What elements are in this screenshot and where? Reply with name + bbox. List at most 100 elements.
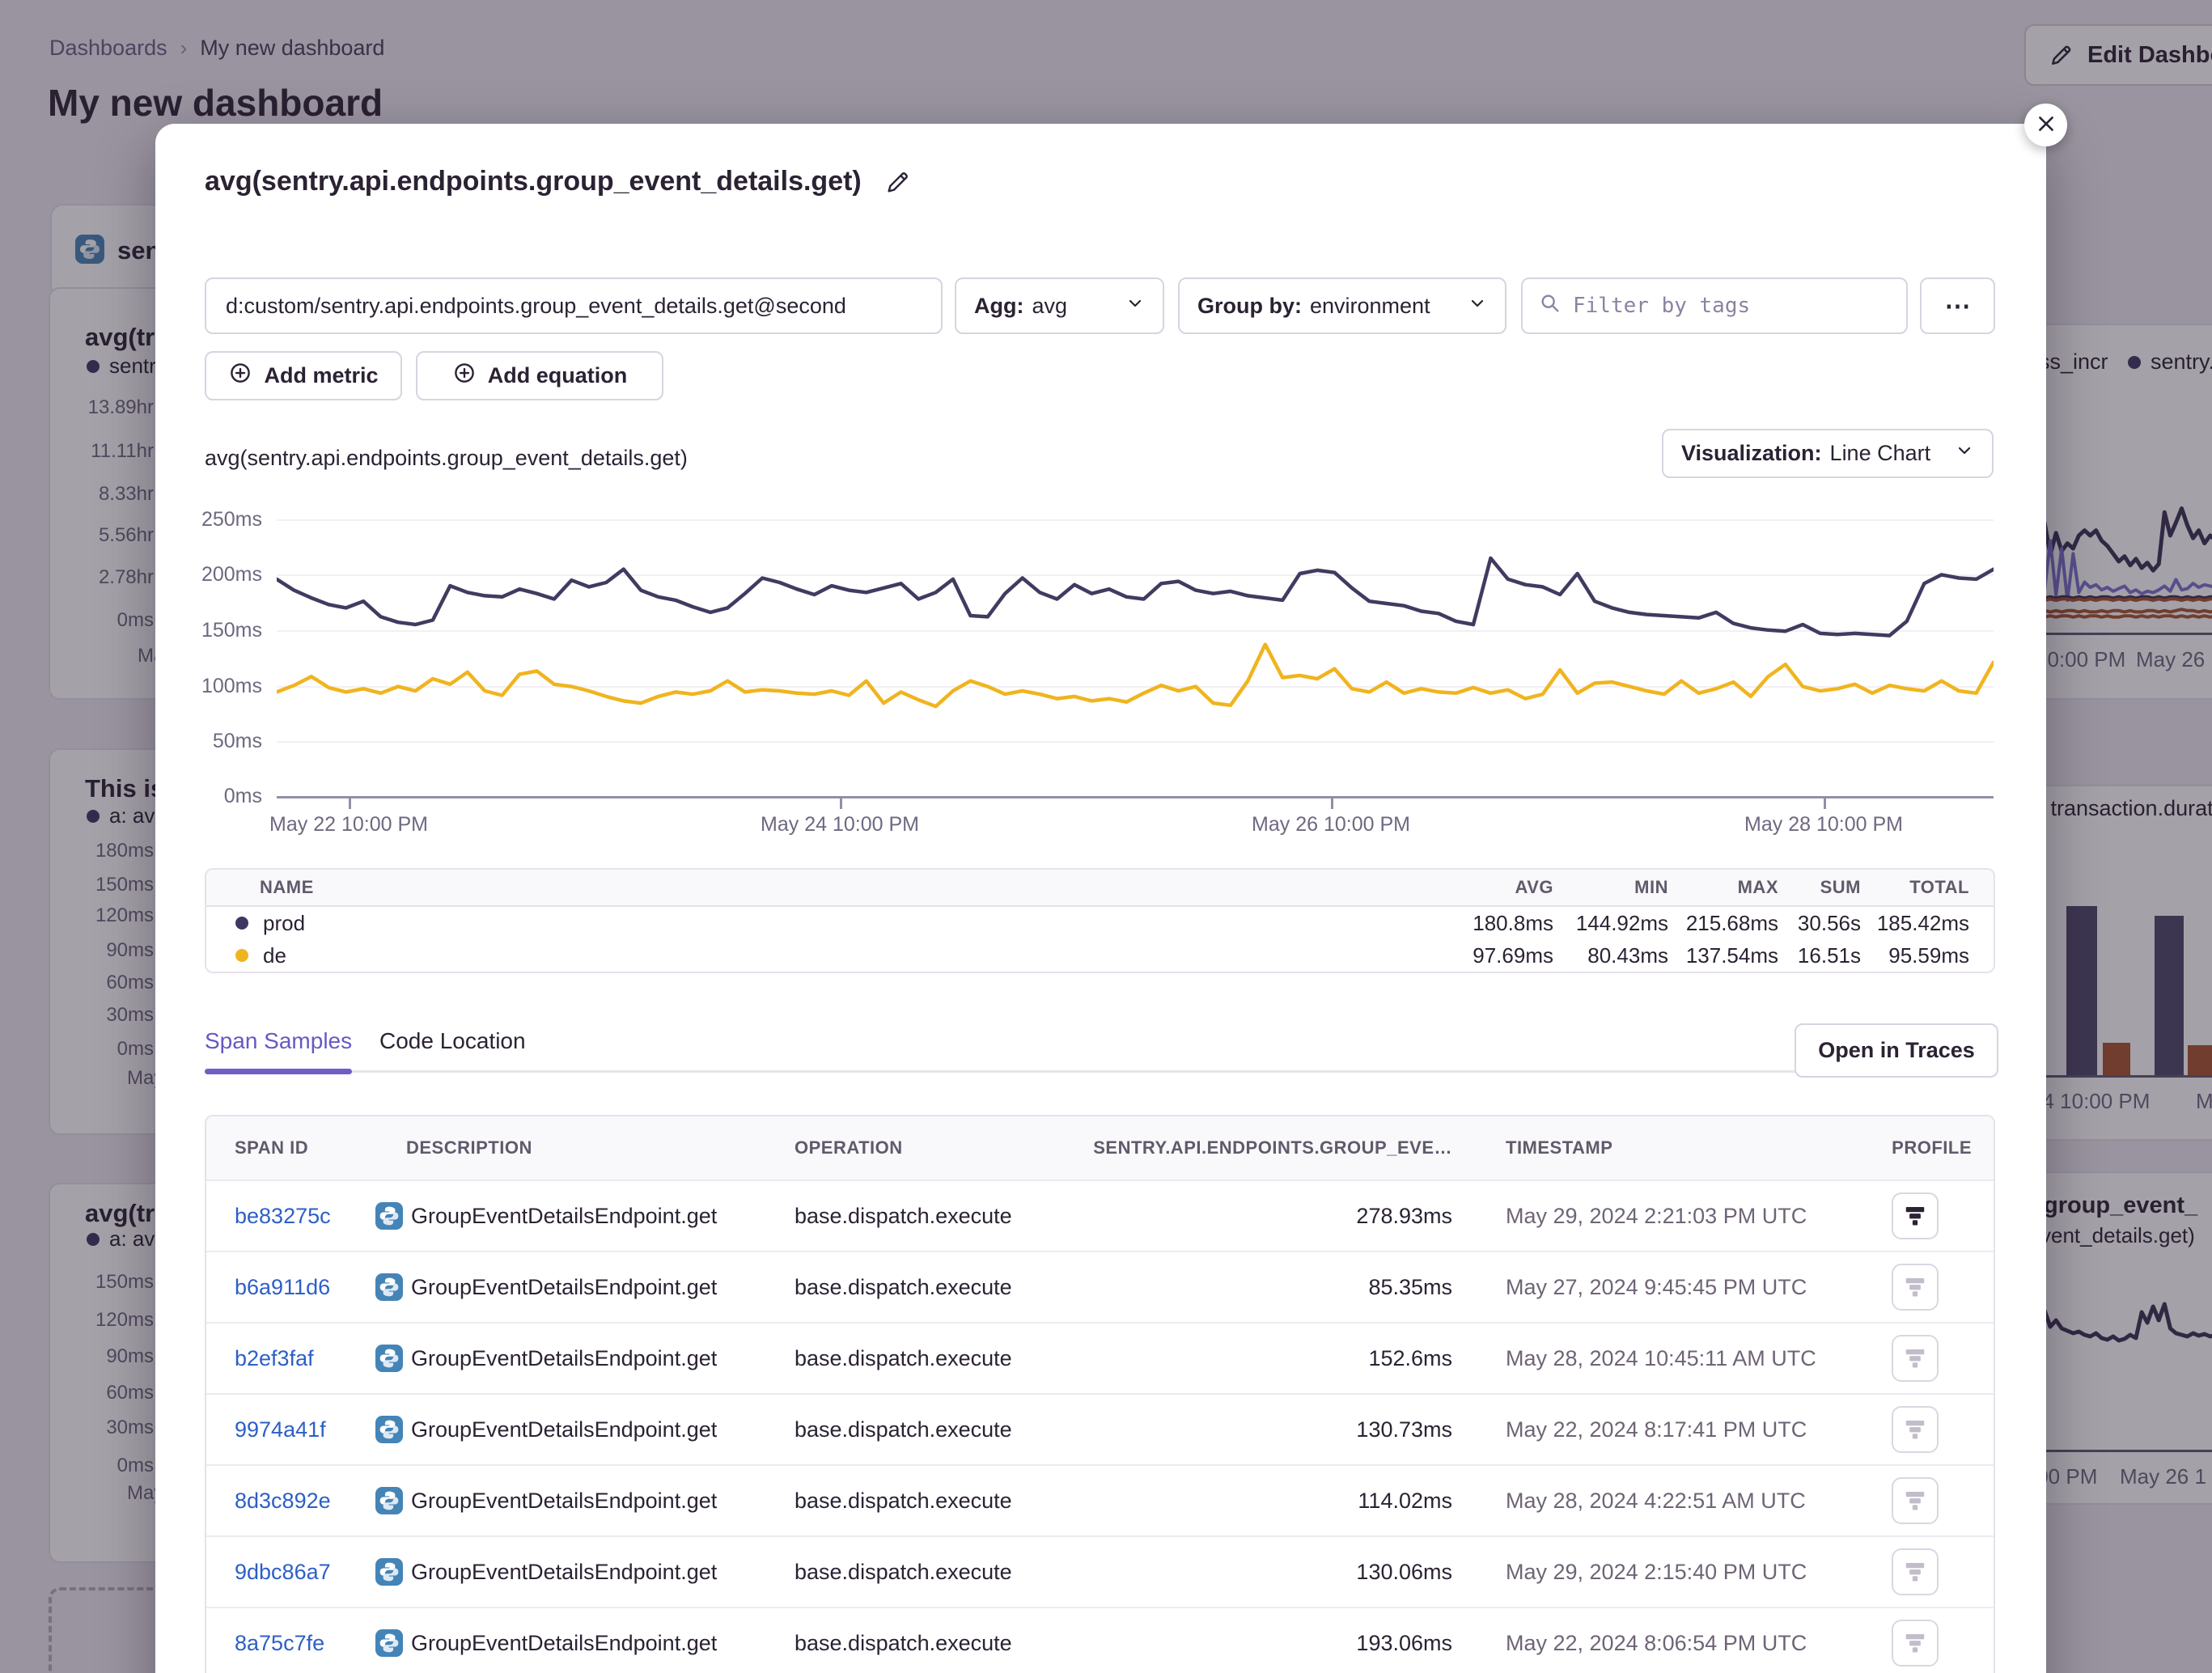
summary-col-total: TOTAL: [1861, 877, 1994, 898]
chevron-down-icon: [1955, 441, 1974, 466]
modal-title-row: avg(sentry.api.endpoints.group_event_det…: [205, 166, 912, 197]
profile-button[interactable]: [1892, 1477, 1939, 1524]
profile-button[interactable]: [1892, 1620, 1939, 1667]
agg-select[interactable]: Agg: avg: [955, 277, 1164, 334]
x-axis-label: May 24 10:00 PM: [710, 813, 969, 836]
python-icon: [375, 1273, 403, 1307]
col-metric-value: SENTRY.API.ENDPOINTS.GROUP_EVE…: [1048, 1137, 1452, 1158]
y-axis-label: 200ms: [155, 563, 262, 587]
profile-button[interactable]: [1892, 1406, 1939, 1453]
span-id-link[interactable]: b6a911d6: [235, 1275, 330, 1300]
profile-button[interactable]: [1892, 1548, 1939, 1595]
span-timestamp: May 29, 2024 2:21:03 PM UTC: [1506, 1204, 1807, 1229]
more-options-button[interactable]: ⋯: [1920, 277, 1995, 334]
span-id-link[interactable]: be83275c: [235, 1204, 331, 1229]
edit-title-pencil-icon[interactable]: [884, 168, 912, 196]
filter-by-tags-input[interactable]: Filter by tags: [1521, 277, 1908, 334]
span-samples-header: SPAN ID DESCRIPTION OPERATION SENTRY.API…: [206, 1116, 1994, 1180]
span-id-link[interactable]: 8a75c7fe: [235, 1631, 324, 1656]
metric-details-modal: avg(sentry.api.endpoints.group_event_det…: [155, 124, 2046, 1673]
group-by-label: Group by:: [1197, 294, 1302, 319]
col-operation: OPERATION: [795, 1137, 903, 1158]
tab-span-samples[interactable]: Span Samples: [205, 1028, 352, 1054]
span-description: GroupEventDetailsEndpoint.get: [411, 1631, 717, 1656]
python-icon: [375, 1416, 403, 1449]
x-axis-tick: [349, 798, 351, 809]
span-operation: base.dispatch.execute: [795, 1489, 1012, 1514]
span-metric-value: 278.93ms: [1210, 1204, 1452, 1229]
x-axis-label: May 22 10:00 PM: [219, 813, 478, 836]
modal-close-button[interactable]: [2024, 104, 2067, 146]
y-axis-label: 100ms: [155, 675, 262, 698]
span-timestamp: May 22, 2024 8:17:41 PM UTC: [1506, 1417, 1807, 1442]
metric-query-input[interactable]: [205, 277, 943, 334]
col-span-id: SPAN ID: [235, 1137, 308, 1158]
span-metric-value: 130.73ms: [1210, 1417, 1452, 1442]
total-value: 95.59ms: [1861, 943, 1994, 968]
profile-button[interactable]: [1892, 1192, 1939, 1239]
span-id-link[interactable]: 9dbc86a7: [235, 1560, 331, 1585]
span-timestamp: May 28, 2024 4:22:51 AM UTC: [1506, 1489, 1806, 1514]
active-tab-indicator: [205, 1069, 352, 1074]
span-timestamp: May 22, 2024 8:06:54 PM UTC: [1506, 1631, 1807, 1656]
plus-circle-icon: [452, 361, 477, 391]
python-icon: [375, 1487, 403, 1520]
y-axis-label: 250ms: [155, 508, 262, 532]
line-chart-plot[interactable]: [277, 519, 1994, 796]
span-operation: base.dispatch.execute: [795, 1275, 1012, 1300]
x-axis-tick: [1331, 798, 1333, 809]
group-by-select[interactable]: Group by: environment: [1178, 277, 1506, 334]
tab-code-location[interactable]: Code Location: [379, 1028, 526, 1054]
span-description: GroupEventDetailsEndpoint.get: [411, 1489, 717, 1514]
add-metric-button[interactable]: Add metric: [205, 351, 402, 400]
chevron-down-icon: [1468, 294, 1487, 319]
flame-graph-icon: [1903, 1203, 1927, 1230]
visualization-select[interactable]: Visualization: Line Chart: [1662, 429, 1994, 478]
add-metric-label: Add metric: [264, 363, 378, 388]
flame-graph-icon: [1903, 1630, 1927, 1657]
span-sample-row: 9974a41f GroupEventDetailsEndpoint.get b…: [206, 1393, 1994, 1464]
chevron-down-icon: [1125, 294, 1145, 319]
flame-graph-icon: [1903, 1274, 1927, 1301]
close-icon: [2036, 113, 2057, 137]
x-axis-label: May 26 10:00 PM: [1201, 813, 1460, 836]
span-operation: base.dispatch.execute: [795, 1204, 1012, 1229]
series-name: de: [263, 943, 286, 968]
flame-graph-icon: [1903, 1345, 1927, 1372]
sum-value: 16.51s: [1778, 943, 1861, 968]
python-icon: [375, 1202, 403, 1235]
y-axis-label: 150ms: [155, 619, 262, 642]
span-id-link[interactable]: 8d3c892e: [235, 1489, 331, 1514]
add-equation-button[interactable]: Add equation: [416, 351, 663, 400]
x-axis-tick: [840, 798, 842, 809]
summary-col-max: MAX: [1668, 877, 1778, 898]
series-name: prod: [263, 911, 305, 936]
filter-placeholder: Filter by tags: [1573, 294, 1750, 318]
series-summary-table: NAME AVG MIN MAX SUM TOTAL prod 180.8ms …: [205, 868, 1995, 973]
search-icon: [1539, 292, 1562, 320]
summary-col-min: MIN: [1553, 877, 1668, 898]
span-description: GroupEventDetailsEndpoint.get: [411, 1346, 717, 1371]
span-description: GroupEventDetailsEndpoint.get: [411, 1560, 717, 1585]
add-equation-label: Add equation: [488, 363, 627, 388]
python-icon: [375, 1629, 403, 1662]
open-in-traces-button[interactable]: Open in Traces: [1795, 1023, 1998, 1078]
visualization-label: Visualization:: [1681, 441, 1822, 466]
summary-row-prod[interactable]: prod 180.8ms 144.92ms 215.68ms 30.56s 18…: [206, 907, 1994, 939]
span-sample-row: b2ef3faf GroupEventDetailsEndpoint.get b…: [206, 1322, 1994, 1393]
span-id-link[interactable]: b2ef3faf: [235, 1346, 314, 1371]
plus-circle-icon: [228, 361, 252, 391]
summary-row-de[interactable]: de 97.69ms 80.43ms 137.54ms 16.51s 95.59…: [206, 939, 1994, 972]
python-icon: [375, 1558, 403, 1591]
profile-button[interactable]: [1892, 1335, 1939, 1382]
summary-header-row: NAME AVG MIN MAX SUM TOTAL: [206, 870, 1994, 907]
flame-graph-icon: [1903, 1417, 1927, 1443]
max-value: 215.68ms: [1668, 911, 1778, 936]
span-metric-value: 114.02ms: [1210, 1489, 1452, 1514]
summary-col-name: NAME: [206, 877, 1432, 898]
total-value: 185.42ms: [1861, 911, 1994, 936]
profile-button[interactable]: [1892, 1264, 1939, 1311]
span-id-link[interactable]: 9974a41f: [235, 1417, 326, 1442]
flame-graph-icon: [1903, 1488, 1927, 1514]
span-metric-value: 152.6ms: [1210, 1346, 1452, 1371]
